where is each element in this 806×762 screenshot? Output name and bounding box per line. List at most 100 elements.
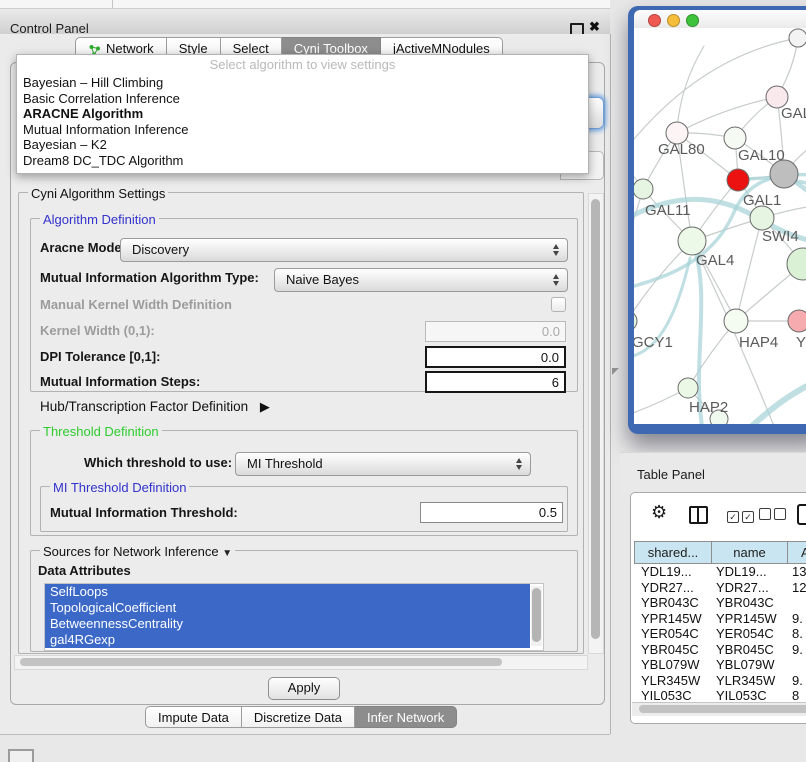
apply-button[interactable]: Apply: [268, 677, 340, 700]
panel-bottom-divider: [0, 734, 610, 735]
network-tab-icon: [88, 42, 101, 55]
minimized-panel-icon[interactable]: [8, 749, 34, 762]
list-scrollbar-thumb[interactable]: [532, 588, 541, 642]
network-node-gal10[interactable]: [724, 127, 746, 149]
table-cell: YDL19...: [634, 564, 711, 580]
bottom-tab-discretize-data[interactable]: Discretize Data: [242, 706, 355, 728]
network-edge: [677, 97, 777, 133]
network-node-gal11[interactable]: [634, 179, 653, 199]
data-attribute-item[interactable]: TopologicalCoefficient: [45, 600, 530, 616]
network-node-gcy1[interactable]: [634, 311, 637, 331]
algorithm-definition-legend: Algorithm Definition: [40, 212, 159, 227]
network-canvas[interactable]: GALGAL80GAL10GAL1GAL11SWI4GAL4GCY1HAP4YH…: [634, 28, 806, 424]
aracne-mode-label: Aracne Mode:: [40, 240, 126, 255]
network-node-y[interactable]: [788, 310, 806, 332]
table-row[interactable]: YBR045CYBR045C9.: [634, 642, 806, 658]
algorithm-option-bayesian-hill-climbing[interactable]: Bayesian – Hill Climbing: [17, 75, 588, 91]
network-node-swi4[interactable]: [750, 206, 774, 230]
bottom-tab-infer-network[interactable]: Infer Network: [355, 706, 457, 728]
dpi-tolerance-field[interactable]: 0.0: [425, 346, 566, 368]
table-cell: 9.: [787, 642, 806, 658]
algorithm-option-mutual-information-inference[interactable]: Mutual Information Inference: [17, 122, 588, 138]
dropdown-placeholder: Select algorithm to view settings: [17, 57, 588, 72]
data-attribute-item[interactable]: SelfLoops: [45, 584, 530, 600]
network-window-titlebar[interactable]: [634, 10, 806, 29]
algorithm-option-aracne-algorithm[interactable]: ARACNE Algorithm: [17, 106, 588, 122]
columns-icon[interactable]: [689, 506, 708, 524]
table-hscroll-thumb[interactable]: [639, 705, 806, 713]
table-header: shared...nameA: [634, 541, 806, 564]
table-row[interactable]: YPR145WYPR145W9.: [634, 611, 806, 627]
algorithm-dropdown-popup: Select algorithm to view settings Bayesi…: [16, 54, 589, 174]
kernel-width-field[interactable]: 0.0: [425, 321, 566, 342]
table-cell: YLR345W: [634, 673, 711, 689]
algorithm-option-bayesian-k2[interactable]: Bayesian – K2: [17, 137, 588, 153]
network-node-gal4[interactable]: [678, 227, 706, 255]
settings-vscroll-thumb[interactable]: [591, 199, 600, 639]
node-label-gal1: GAL1: [743, 192, 781, 209]
tab-label: Impute Data: [158, 707, 229, 728]
which-threshold-combobox[interactable]: MI Threshold: [235, 452, 531, 476]
table-row[interactable]: YBL079WYBL079W: [634, 657, 806, 673]
network-node[interactable]: [789, 29, 806, 47]
column-header-a[interactable]: A: [788, 541, 806, 564]
bottom-tabs: Impute Data Discretize DataInfer Network: [145, 706, 457, 728]
table-row[interactable]: YIL053CYIL053C8: [634, 688, 806, 702]
column-header-shared-[interactable]: shared...: [634, 541, 712, 564]
close-panel-icon[interactable]: ✖: [589, 19, 600, 35]
mac-zoom-button[interactable]: [686, 14, 699, 27]
network-node[interactable]: [770, 160, 798, 188]
table-row[interactable]: YDL19...YDL19...13: [634, 564, 806, 580]
network-view-window[interactable]: GALGAL80GAL10GAL1GAL11SWI4GAL4GCY1HAP4YH…: [628, 6, 806, 434]
table-row[interactable]: YER054CYER054C8.: [634, 626, 806, 642]
mi-algorithm-type-combobox[interactable]: Naive Bayes: [274, 268, 568, 292]
table-row[interactable]: YDR27...YDR27...12: [634, 580, 806, 596]
select-all-columns-icon[interactable]: ✓✓: [727, 507, 757, 525]
unchecked-box-icon: [759, 508, 771, 520]
table-mode-icon[interactable]: [797, 504, 806, 525]
mi-steps-field[interactable]: 6: [425, 371, 566, 393]
settings-horizontal-scrollbar[interactable]: [14, 655, 588, 670]
network-node-hap4[interactable]: [724, 309, 748, 333]
settings-vertical-scrollbar[interactable]: [588, 193, 604, 654]
node-label-gcy1: GCY1: [634, 334, 673, 351]
mi-steps-label: Mutual Information Steps:: [40, 374, 200, 389]
data-attributes-list[interactable]: SelfLoopsTopologicalCoefficientBetweenne…: [44, 583, 544, 651]
table-row[interactable]: YLR345WYLR345W9.: [634, 673, 806, 689]
aracne-mode-combobox[interactable]: Discovery: [120, 238, 568, 262]
settings-hscroll-thumb[interactable]: [20, 658, 502, 666]
mi-threshold-label: Mutual Information Threshold:: [50, 505, 238, 520]
table-panel-titlebar[interactable]: Table Panel: [620, 452, 806, 493]
gear-icon[interactable]: ⚙: [651, 502, 667, 523]
table-cell: [787, 657, 806, 673]
sources-legend-label: Sources for Network Inference: [43, 544, 219, 559]
dropdown-options: Bayesian – Hill ClimbingBasic Correlatio…: [17, 75, 588, 169]
bottom-tab-impute-data[interactable]: Impute Data: [145, 706, 242, 728]
sources-legend[interactable]: Sources for Network Inference ▼: [40, 544, 235, 559]
list-scrollbar[interactable]: [531, 586, 542, 646]
node-label-gal10: GAL10: [738, 147, 785, 164]
table-horizontal-scrollbar[interactable]: [632, 702, 806, 716]
column-header-name[interactable]: name: [712, 541, 788, 564]
network-node-hap2[interactable]: [678, 378, 698, 398]
algorithm-option-basic-correlation-inference[interactable]: Basic Correlation Inference: [17, 91, 588, 107]
control-panel-titlebar[interactable]: Control Panel ✖: [0, 8, 610, 35]
deselect-all-columns-icon[interactable]: [759, 507, 789, 525]
table-cell: [787, 595, 806, 611]
mac-close-button[interactable]: [648, 14, 661, 27]
table-cell: YBL079W: [711, 657, 787, 673]
table-cell: YLR345W: [711, 673, 787, 689]
mi-threshold-field[interactable]: 0.5: [420, 502, 563, 523]
hub-expander[interactable]: Hub/Transcription Factor Definition ▶: [40, 399, 270, 415]
data-attribute-item[interactable]: gal4RGexp: [45, 632, 530, 648]
manual-kernel-checkbox[interactable]: [551, 297, 566, 312]
mac-minimize-button[interactable]: [667, 14, 680, 27]
mi-type-value: Naive Bayes: [286, 272, 359, 287]
panel-resize-handle[interactable]: [612, 368, 619, 375]
data-attribute-item[interactable]: BetweennessCentrality: [45, 616, 530, 632]
table-row[interactable]: YBR043CYBR043C: [634, 595, 806, 611]
table-cell: YDL19...: [711, 564, 787, 580]
table-cell: YPR145W: [634, 611, 711, 627]
algorithm-option-dream8-dc-tdc-algorithm[interactable]: Dream8 DC_TDC Algorithm: [17, 153, 588, 169]
network-node-gal1[interactable]: [727, 169, 749, 191]
